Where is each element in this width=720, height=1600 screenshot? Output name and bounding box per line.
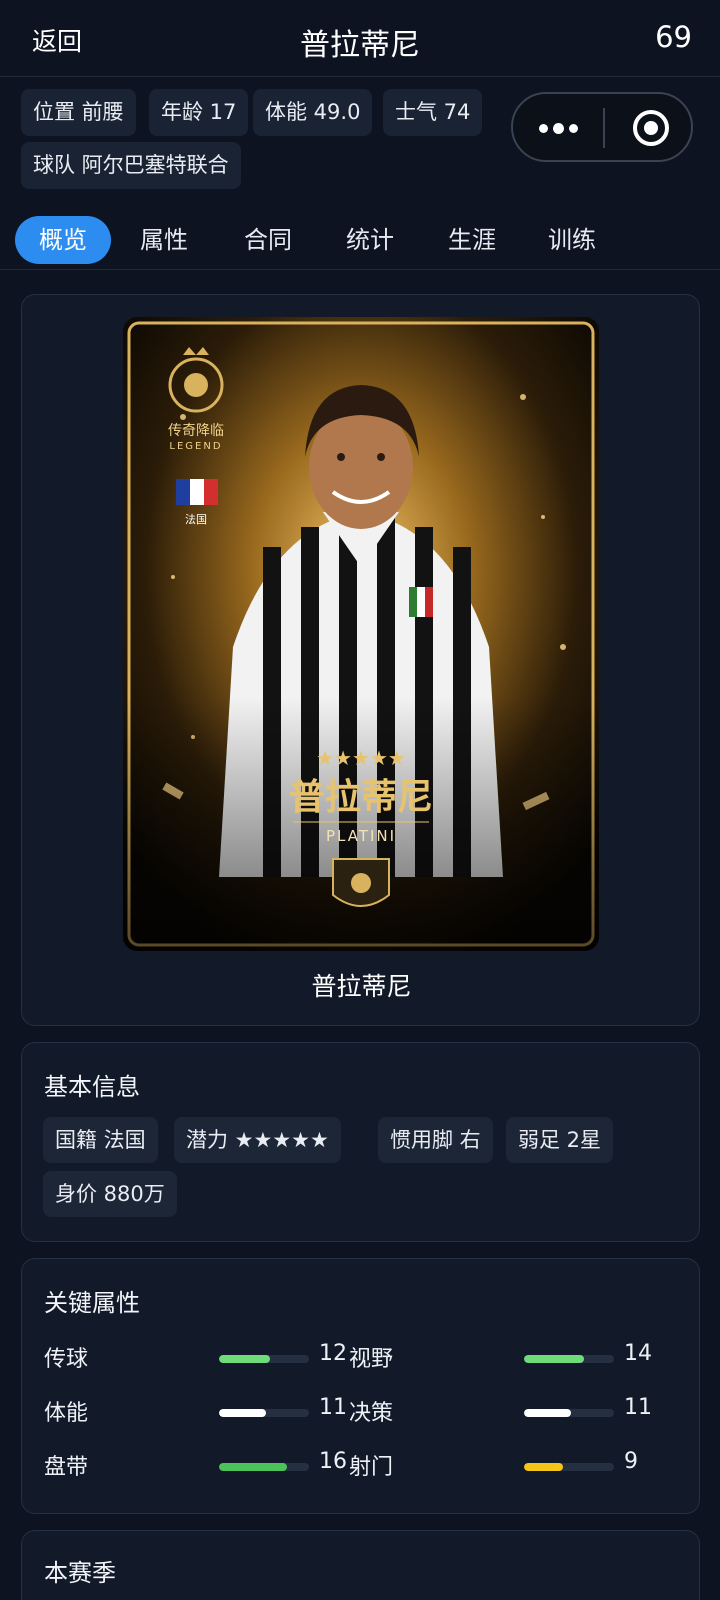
player-card-section: 传奇降临 LEGEND 法国 ★★★★★ 普拉蒂尼 PLATINI 普拉蒂尼 (21, 294, 700, 1026)
attr-decisions-value: 11 (624, 1395, 652, 1420)
card-name-cn: 普拉蒂尼 (289, 777, 433, 818)
france-flag-icon (176, 479, 218, 505)
miniprogram-capsule (511, 92, 693, 162)
info-preferred-foot: 惯用脚 右 (378, 1117, 493, 1163)
more-dots-icon[interactable] (539, 120, 579, 136)
tab-career[interactable]: 生涯 (432, 216, 512, 264)
attr-decisions-label: 决策 (349, 1401, 394, 1426)
attr-vision-label: 视野 (349, 1347, 394, 1372)
chip-morale: 士气 74 (383, 89, 483, 136)
player-number: 69 (655, 20, 692, 54)
attr-dribbling-value: 16 (319, 1449, 347, 1474)
tab-training[interactable]: 训练 (532, 216, 612, 264)
season-section: 本赛季 (21, 1530, 700, 1600)
attr-dribbling-bar (219, 1463, 309, 1471)
attr-vision-bar (524, 1355, 614, 1363)
attr-stamina-value: 11 (319, 1395, 347, 1420)
page-title: 普拉蒂尼 (300, 28, 420, 63)
card-stars: ★★★★★ (316, 746, 406, 770)
badge-text: 传奇降临 (168, 422, 224, 439)
attr-stamina-bar (219, 1409, 309, 1417)
info-nationality: 国籍 法国 (43, 1117, 158, 1163)
card-name-en: PLATINI (326, 827, 396, 845)
info-value: 身价 880万 (43, 1171, 177, 1217)
top-bar: 返回 普拉蒂尼 69 (0, 0, 720, 77)
attr-vision-value: 14 (624, 1341, 652, 1366)
attr-passing-label: 传球 (44, 1347, 89, 1372)
capsule-divider (603, 108, 605, 148)
attr-stamina-label: 体能 (44, 1401, 89, 1426)
club-shield-icon (332, 858, 390, 907)
chip-age: 年龄 17 (149, 89, 249, 136)
attr-decisions-bar (524, 1409, 614, 1417)
info-potential: 潜力 ★★★★★ (174, 1117, 341, 1163)
badge-sub: LEGEND (169, 441, 222, 452)
attr-passing-bar (219, 1355, 309, 1363)
tab-bar: 概览 属性 合同 统计 生涯 训练 (0, 212, 720, 270)
basic-info-title: 基本信息 (44, 1073, 140, 1101)
tab-overview[interactable]: 概览 (15, 216, 111, 264)
attr-shooting-bar (524, 1463, 614, 1471)
tab-attributes[interactable]: 属性 (124, 216, 204, 264)
target-circle-icon[interactable] (631, 108, 671, 148)
player-name: 普拉蒂尼 (311, 972, 412, 1001)
tab-contract[interactable]: 合同 (228, 216, 308, 264)
key-attributes-title: 关键属性 (44, 1289, 140, 1317)
chip-position: 位置 前腰 (21, 89, 136, 136)
chip-team: 球队 阿尔巴塞特联合 (21, 142, 241, 189)
attr-passing-value: 12 (319, 1341, 347, 1366)
flag-label: 法国 (185, 512, 207, 526)
basic-info-section: 基本信息 国籍 法国 潜力 ★★★★★ 惯用脚 右 弱足 2星 身价 880万 (21, 1042, 700, 1242)
player-card-image[interactable]: 传奇降临 LEGEND 法国 ★★★★★ 普拉蒂尼 PLATINI (123, 317, 599, 951)
key-attributes-section: 关键属性 传球 12 视野 14 体能 11 决策 11 盘带 16 射门 9 (21, 1258, 700, 1514)
info-weak-foot: 弱足 2星 (506, 1117, 614, 1163)
chip-stamina: 体能 49.0 (253, 89, 373, 136)
tab-stats[interactable]: 统计 (330, 216, 410, 264)
attr-dribbling-label: 盘带 (44, 1455, 89, 1480)
attr-shooting-label: 射门 (349, 1455, 394, 1480)
season-title: 本赛季 (44, 1559, 116, 1587)
attr-shooting-value: 9 (624, 1449, 638, 1474)
